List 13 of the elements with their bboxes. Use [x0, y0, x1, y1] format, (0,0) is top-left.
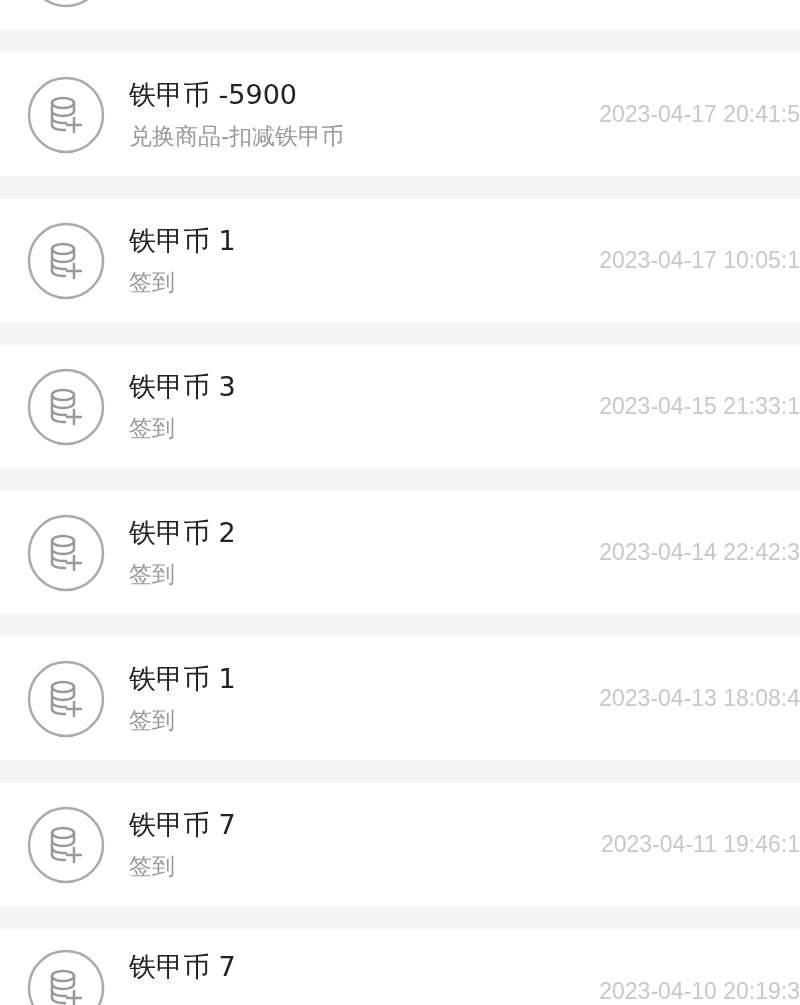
record-title: 铁甲币 1 [129, 224, 236, 258]
record-title: 铁甲币 7 [129, 808, 236, 842]
record-subtitle: 兑换商品-扣减铁甲币 [129, 122, 345, 151]
record-title: 铁甲币 7 [129, 950, 236, 984]
record-title: 铁甲币 2 [129, 516, 236, 550]
record-subtitle: 签到 [129, 414, 176, 443]
record-title: 铁甲币 -5900 [129, 78, 299, 112]
record-subtitle: 签到 [129, 560, 176, 589]
record-subtitle: 签到 [129, 706, 176, 735]
record-title: 铁甲币 3 [129, 370, 236, 404]
record-subtitle: 签到 [129, 852, 176, 881]
record-subtitle: 签到 [129, 268, 176, 297]
record-title: 铁甲币 1 [129, 662, 236, 696]
